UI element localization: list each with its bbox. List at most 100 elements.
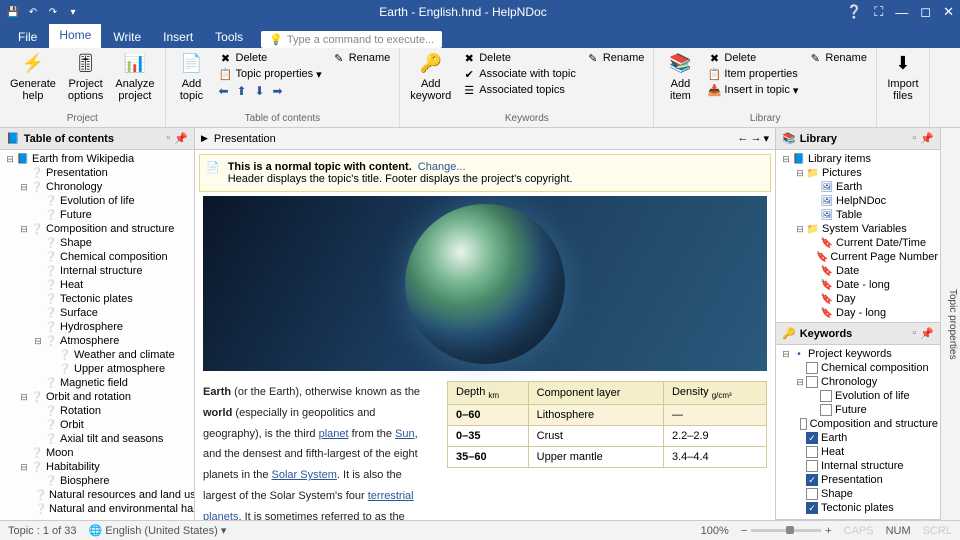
tree-toggle-icon[interactable] bbox=[794, 489, 806, 499]
tree-item[interactable]: Internal structure bbox=[776, 459, 940, 473]
tree-item[interactable]: ⊟📁Pictures bbox=[776, 166, 940, 180]
associated-topics-button[interactable]: ☰Associated topics bbox=[459, 82, 579, 98]
tree-item[interactable]: ❔Biosphere bbox=[0, 474, 194, 488]
checkbox[interactable] bbox=[806, 376, 818, 388]
tree-toggle-icon[interactable] bbox=[808, 210, 820, 220]
tree-toggle-icon[interactable]: ⊟ bbox=[780, 349, 792, 360]
tree-item[interactable]: ❔Magnetic field bbox=[0, 376, 194, 390]
tree-item[interactable]: 🔖Day bbox=[776, 292, 940, 306]
tree-toggle-icon[interactable]: ⊟ bbox=[780, 154, 792, 165]
tree-item[interactable]: ❔Evolution of life bbox=[0, 194, 194, 208]
fullscreen-icon[interactable]: ⛶ bbox=[874, 4, 883, 20]
tree-toggle-icon[interactable]: ⊟ bbox=[18, 462, 30, 473]
tree-toggle-icon[interactable] bbox=[808, 238, 820, 248]
keywords-tree[interactable]: ⊟•Project keywords Chemical composition⊟… bbox=[776, 345, 940, 519]
delete-item-button[interactable]: ✖Delete bbox=[704, 50, 801, 66]
nav-back-icon[interactable]: ← bbox=[737, 132, 748, 145]
rename-keyword-button[interactable]: ✎Rename bbox=[583, 50, 648, 66]
tell-me-search[interactable]: 💡Type a command to execute... bbox=[261, 31, 442, 48]
move-up-icon[interactable]: ⬆ bbox=[234, 84, 250, 98]
topic-properties-button[interactable]: 📋Topic properties▾ bbox=[216, 66, 325, 82]
tree-item[interactable]: Evolution of life bbox=[776, 389, 940, 403]
analyze-project-button[interactable]: 📊Analyze project bbox=[111, 50, 158, 104]
tree-item[interactable]: Future bbox=[776, 403, 940, 417]
tree-item[interactable]: ✓Earth bbox=[776, 431, 940, 445]
tree-item[interactable]: ⊟📘Earth from Wikipedia bbox=[0, 152, 194, 166]
tree-toggle-icon[interactable]: ⊟ bbox=[18, 182, 30, 193]
link-sun[interactable]: Sun bbox=[395, 428, 415, 440]
import-files-button[interactable]: ⬇Import files bbox=[883, 50, 923, 104]
checkbox[interactable] bbox=[806, 488, 818, 500]
tree-item[interactable]: ❔Hydrosphere bbox=[0, 320, 194, 334]
nav-forward-icon[interactable]: → bbox=[750, 132, 761, 145]
redo-icon[interactable]: ↷ bbox=[46, 5, 60, 19]
delete-keyword-button[interactable]: ✖Delete bbox=[459, 50, 579, 66]
tree-toggle-icon[interactable] bbox=[808, 182, 820, 192]
tree-item[interactable]: ⊟❔Atmosphere bbox=[0, 334, 194, 348]
move-left-icon[interactable]: ⬅ bbox=[216, 84, 232, 98]
tree-item[interactable]: ⊟❔Composition and structure bbox=[0, 222, 194, 236]
tree-item[interactable]: 🔖Current Page Number bbox=[776, 250, 940, 264]
tree-item[interactable]: Shape bbox=[776, 487, 940, 501]
pin-icon[interactable]: ▫ bbox=[166, 132, 170, 145]
project-options-button[interactable]: 🎚Project options bbox=[64, 50, 107, 104]
link-solar-system[interactable]: Solar System bbox=[272, 469, 337, 481]
change-link[interactable]: Change... bbox=[418, 161, 466, 173]
tree-toggle-icon[interactable] bbox=[32, 238, 44, 248]
pin-icon[interactable]: ▫ bbox=[912, 327, 916, 340]
tree-toggle-icon[interactable] bbox=[18, 168, 30, 178]
tree-toggle-icon[interactable]: ⊟ bbox=[4, 154, 16, 165]
checkbox[interactable] bbox=[806, 460, 818, 472]
tree-toggle-icon[interactable] bbox=[32, 294, 44, 304]
tree-toggle-icon[interactable] bbox=[808, 280, 820, 290]
tree-item[interactable]: 🔖Date - long bbox=[776, 278, 940, 292]
tree-toggle-icon[interactable] bbox=[32, 476, 44, 486]
tree-toggle-icon[interactable] bbox=[808, 405, 820, 415]
tree-item[interactable]: ❔Surface bbox=[0, 306, 194, 320]
tree-toggle-icon[interactable] bbox=[46, 364, 58, 374]
editor-content[interactable]: Earth (or the Earth), otherwise known as… bbox=[195, 196, 775, 520]
tree-item[interactable]: ❔Weather and climate bbox=[0, 348, 194, 362]
tree-toggle-icon[interactable] bbox=[794, 363, 806, 373]
tree-toggle-icon[interactable] bbox=[32, 252, 44, 262]
tree-item[interactable]: ❔Heat bbox=[0, 278, 194, 292]
associate-keyword-button[interactable]: ✔Associate with topic bbox=[459, 66, 579, 82]
tree-toggle-icon[interactable] bbox=[794, 433, 806, 443]
tree-toggle-icon[interactable] bbox=[794, 475, 806, 485]
pushpin-icon[interactable]: 📌 bbox=[174, 132, 188, 145]
tree-toggle-icon[interactable] bbox=[808, 266, 820, 276]
tree-item[interactable]: ❔Axial tilt and seasons bbox=[0, 432, 194, 446]
tree-toggle-icon[interactable]: ⊟ bbox=[794, 168, 806, 179]
tree-toggle-icon[interactable] bbox=[32, 308, 44, 318]
delete-topic-button[interactable]: ✖Delete bbox=[216, 50, 325, 66]
library-tree[interactable]: ⊟📘Library items⊟📁Pictures 🖼Earth 🖼HelpND… bbox=[776, 150, 940, 322]
generate-help-button[interactable]: ⚡Generate help bbox=[6, 50, 60, 104]
tree-toggle-icon[interactable] bbox=[32, 210, 44, 220]
tree-item[interactable]: ❔Presentation bbox=[0, 166, 194, 180]
tree-toggle-icon[interactable] bbox=[32, 266, 44, 276]
tree-item[interactable]: ⊟❔Chronology bbox=[0, 180, 194, 194]
tree-toggle-icon[interactable] bbox=[32, 280, 44, 290]
breadcrumb-expand-icon[interactable]: ▶ bbox=[201, 133, 208, 144]
tree-toggle-icon[interactable] bbox=[794, 503, 806, 513]
checkbox[interactable] bbox=[820, 404, 832, 416]
close-icon[interactable]: ✕ bbox=[943, 4, 954, 20]
add-keyword-button[interactable]: 🔑Add keyword bbox=[406, 50, 455, 104]
tree-item[interactable]: ❔Tectonic plates bbox=[0, 292, 194, 306]
tree-toggle-icon[interactable] bbox=[808, 196, 820, 206]
tree-item[interactable]: ❔Upper atmosphere bbox=[0, 362, 194, 376]
tree-item[interactable]: ⊟•Project keywords bbox=[776, 347, 940, 361]
save-icon[interactable]: 💾 bbox=[6, 5, 20, 19]
move-down-icon[interactable]: ⬇ bbox=[252, 84, 268, 98]
tree-item[interactable]: Heat bbox=[776, 445, 940, 459]
tree-toggle-icon[interactable]: ⊟ bbox=[794, 224, 806, 235]
zoom-out-icon[interactable]: − bbox=[741, 525, 747, 537]
tab-write[interactable]: Write bbox=[103, 26, 151, 48]
qat-dropdown-icon[interactable]: ▾ bbox=[66, 5, 80, 19]
checkbox[interactable] bbox=[820, 390, 832, 402]
help-icon[interactable]: ❔ bbox=[846, 4, 862, 20]
tree-toggle-icon[interactable] bbox=[794, 447, 806, 457]
tree-toggle-icon[interactable] bbox=[32, 322, 44, 332]
checkbox[interactable] bbox=[806, 446, 818, 458]
tree-item[interactable]: ❔Future bbox=[0, 208, 194, 222]
